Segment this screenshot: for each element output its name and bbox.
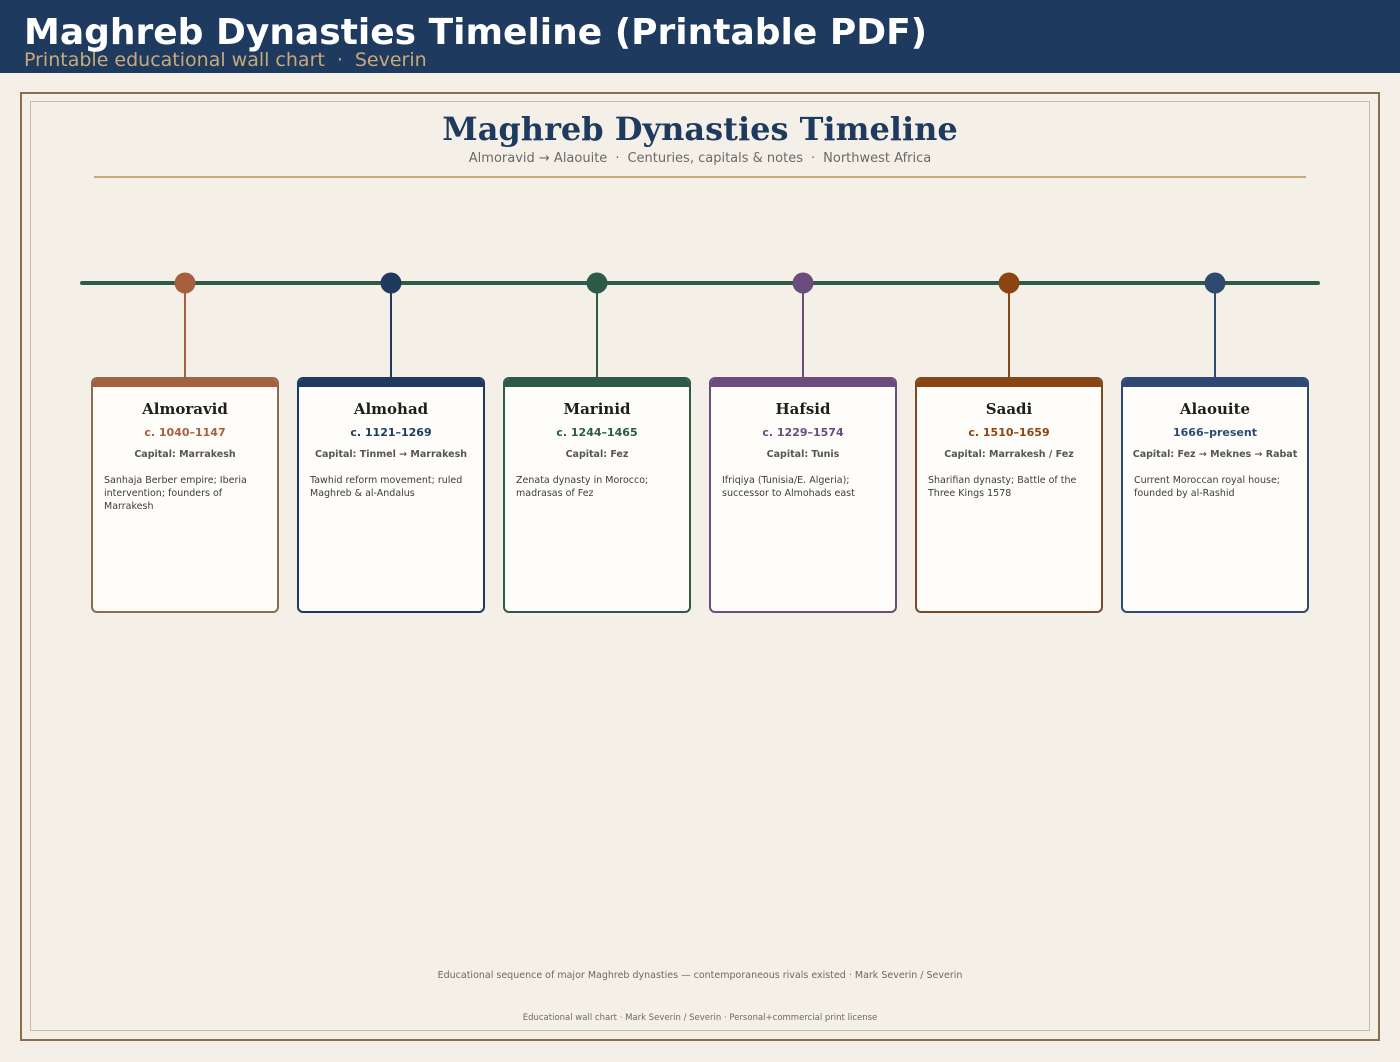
header-bar: Maghreb Dynasties Timeline (Printable PD… [0,0,1400,73]
chart-subtitle-sep-1: · [615,151,620,166]
chart-title: Maghreb Dynasties Timeline [442,110,958,148]
dynasty-capital: Capital: Tunis [766,449,840,460]
dynasty-note: Current Moroccan royal house; founded by… [1134,475,1280,499]
card-color-band [711,379,895,387]
dynasty-dates: c. 1040–1147 [144,426,226,439]
dynasty-note: Sharifian dynasty; Battle of the Three K… [928,475,1077,499]
license-line: Educational wall chart · Mark Severin / … [522,1013,878,1023]
dynasty-capital: Capital: Tinmel → Marrakesh [315,449,467,460]
dynasty-name: Saadi [985,400,1033,418]
dynasty-card-almohad: Almohad c. 1121–1269 Capital: Tinmel → Mar… [297,377,485,613]
dynasty-capital: Capital: Fez [565,449,629,460]
dynasty-dates: c. 1244–1465 [556,426,638,439]
card-color-band [1123,379,1307,387]
dynasty-dates: c. 1510–1659 [968,426,1050,439]
dynasty-card-marinid: Marinid c. 1244–1465 Capital: Fez Zenata dy… [503,377,691,613]
dynasty-name: Almohad [353,400,429,418]
dynasty-name: Marinid [563,400,631,418]
dynasty-name: Almoravid [142,400,228,418]
card-color-band [93,379,277,387]
subtitle-separator: · [336,49,343,71]
dynasty-capital: Capital: Marrakesh [134,449,236,460]
dynasty-dates: c. 1121–1269 [350,426,432,439]
dynasty-capital: Capital: Fez → Meknes → Rabat [1132,449,1298,460]
dynasty-card-alaouite: Alaouite 1666–present Capital: Fez → Mekne… [1121,377,1309,613]
dynasty-note: Zenata dynasty in Morocco; madrasas of F… [516,475,649,499]
dynasty-note: Tawhid reform movement; ruled Maghreb & … [310,475,463,499]
dynasty-card-saadi: Saadi c. 1510–1659 Capital: Marrakesh / Fe… [915,377,1103,613]
chart-subtitle-part-2: Centuries, capitals & notes [627,151,803,166]
chart-subtitle-part-1: Almoravid → Alaouite [468,151,608,166]
title-rule [94,176,1306,178]
dynasty-note: Ifriqiya (Tunisia/E. Algeria); successor… [722,475,855,499]
page-title: Maghreb Dynasties Timeline (Printable PD… [24,12,928,53]
dynasty-dates: 1666–present [1173,426,1257,439]
dynasty-dates: c. 1229–1574 [762,426,844,439]
subtitle-left: Printable educational wall chart [24,49,325,71]
card-color-band [505,379,689,387]
chart-subtitle: Almoravid → Alaouite · Centuries, capitals… [0,150,1400,168]
dynasty-card-hafsid: Hafsid c. 1229–1574 Capital: Tunis Ifriqiya… [709,377,897,613]
dynasty-name: Hafsid [775,400,831,418]
dynasty-card-almoravid: Almoravid c. 1040–1147 Capital: Marrakesh S… [91,377,279,613]
subtitle-author: Severin [354,49,427,71]
chart-subtitle-sep-2: · [811,151,816,166]
page-subtitle: Printable educational wall chart · Severin [24,49,427,71]
dynasty-name: Alaouite [1179,400,1251,418]
card-color-band [917,379,1101,387]
footnote: Educational sequence of major Maghreb dy… [437,970,963,981]
dynasty-note: Sanhaja Berber empire; Iberia interventi… [104,475,247,512]
card-color-band [299,379,483,387]
chart-subtitle-part-3: Northwest Africa [823,151,932,166]
dynasty-capital: Capital: Marrakesh / Fez [944,449,1074,460]
